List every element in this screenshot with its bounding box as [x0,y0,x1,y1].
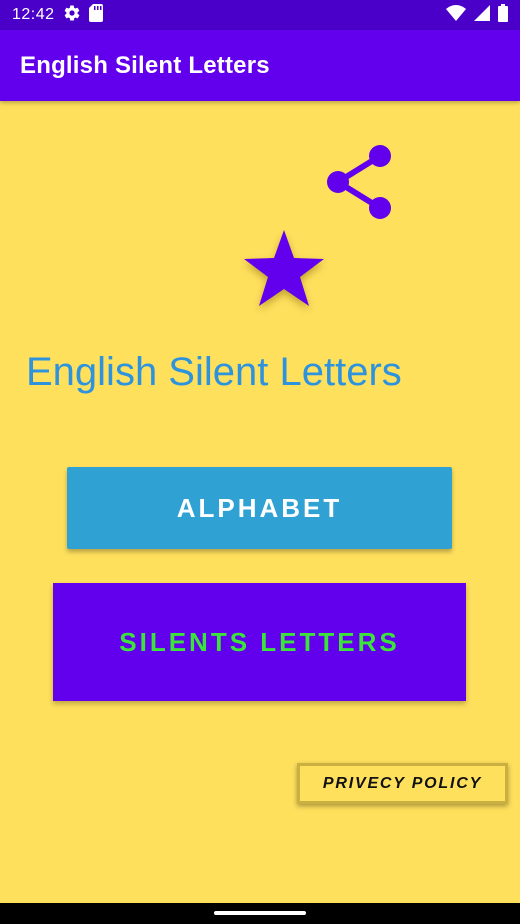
status-time: 12:42 [12,6,55,23]
share-button[interactable] [324,142,396,222]
alphabet-button[interactable]: ALPHABET [67,467,452,549]
wifi-icon [446,4,466,26]
status-bar: 12:42 [0,0,520,30]
star-icon[interactable] [240,226,328,310]
share-icon [327,145,391,219]
cell-signal-icon [474,4,490,26]
battery-icon [498,3,508,27]
gear-icon [63,4,81,27]
navigation-bar [0,903,520,924]
silents-letters-button[interactable]: SILENTS LETTERS [53,583,466,701]
main-title: English Silent Letters [26,350,402,394]
home-handle[interactable] [214,911,306,915]
app-bar: English Silent Letters [0,30,520,101]
privacy-policy-button[interactable]: PRIVECY POLICY [297,763,508,804]
app-bar-title: English Silent Letters [20,51,270,79]
sd-card-icon [88,3,103,27]
